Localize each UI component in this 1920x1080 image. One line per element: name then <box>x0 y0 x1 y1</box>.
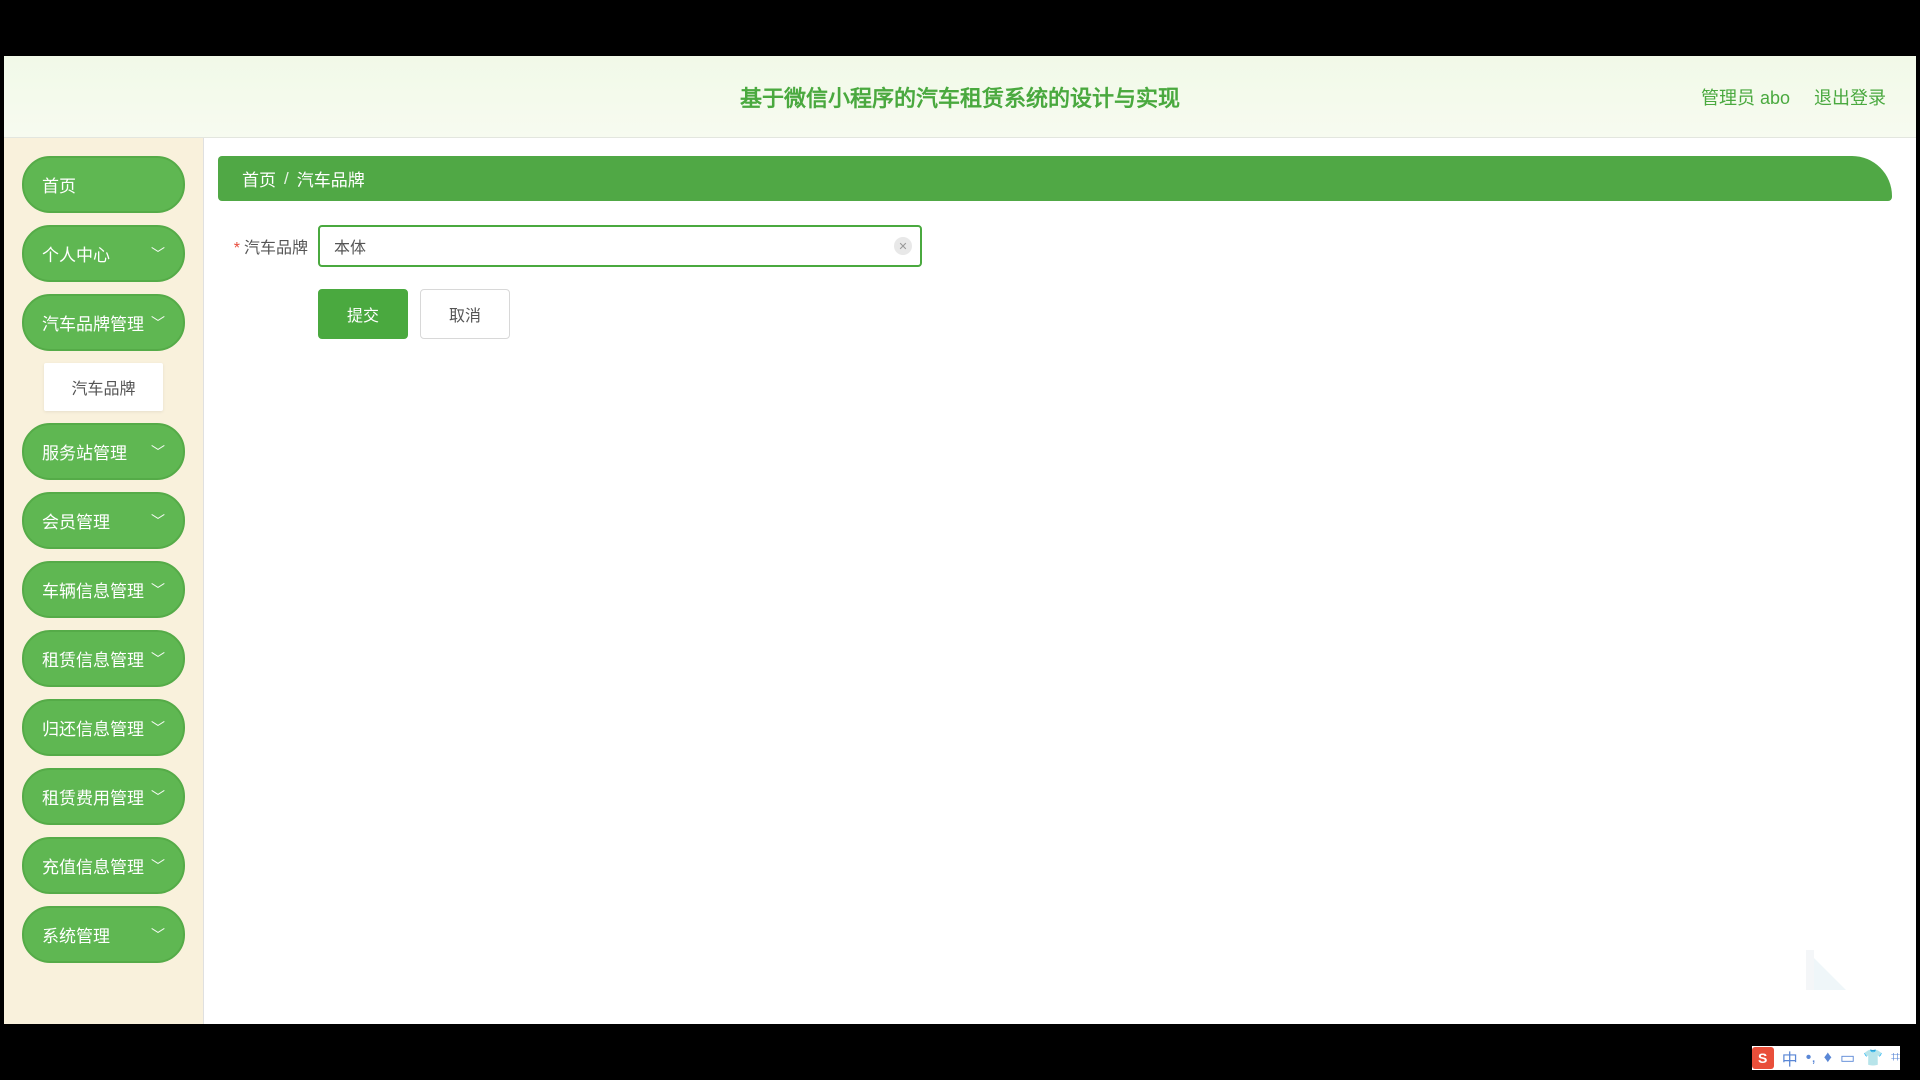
sidebar-subitem-label: 汽车品牌 <box>71 381 135 398</box>
submit-button[interactable]: 提交 <box>318 289 408 339</box>
ime-punct-icon[interactable]: •, <box>1806 1049 1816 1067</box>
sidebar-item-brand-mgmt[interactable]: 汽车品牌管理 ﹀ <box>22 294 185 351</box>
chevron-down-icon: ﹀ <box>151 856 165 876</box>
sidebar-subitem-brand[interactable]: 汽车品牌 <box>44 363 163 411</box>
sidebar-item-label: 车辆信息管理 <box>42 577 144 602</box>
sidebar-item-label: 个人中心 <box>42 241 110 266</box>
form-row-brand: *汽车品牌 ✕ <box>218 225 1892 267</box>
sidebar-item-system[interactable]: 系统管理 ﹀ <box>22 906 185 963</box>
watermark-icon <box>1796 940 1856 1000</box>
chevron-down-icon: ﹀ <box>151 580 165 600</box>
sidebar-item-rental[interactable]: 租赁信息管理 ﹀ <box>22 630 185 687</box>
brand-input-wrap: ✕ <box>318 225 922 267</box>
breadcrumb-separator: / <box>284 169 289 189</box>
app-header: 基于微信小程序的汽车租赁系统的设计与实现 管理员 abo 退出登录 <box>4 56 1916 138</box>
ime-logo-icon[interactable]: S <box>1752 1047 1774 1069</box>
ime-skin-icon[interactable]: 👕 <box>1863 1048 1883 1068</box>
ime-keyboard-icon[interactable]: ▭ <box>1840 1048 1855 1068</box>
chevron-down-icon: ﹀ <box>151 313 165 333</box>
chevron-down-icon: ﹀ <box>151 244 165 264</box>
sidebar: 首页 个人中心 ﹀ 汽车品牌管理 ﹀ 汽车品牌 服务站管理 ﹀ 会员管理 ﹀ <box>4 138 204 1024</box>
sidebar-item-home[interactable]: 首页 <box>22 156 185 213</box>
sidebar-item-label: 会员管理 <box>42 508 110 533</box>
sidebar-item-return[interactable]: 归还信息管理 ﹀ <box>22 699 185 756</box>
sidebar-item-label: 首页 <box>42 172 76 197</box>
content-area: 首页 / 汽车品牌 *汽车品牌 ✕ 提交 取消 <box>204 138 1916 1024</box>
ime-toolbar: S 中 •, ♦ ▭ 👕 ⌗ <box>1752 1046 1900 1070</box>
chevron-down-icon: ﹀ <box>151 442 165 462</box>
ime-lang-icon[interactable]: 中 <box>1782 1046 1798 1070</box>
app-title: 基于微信小程序的汽车租赁系统的设计与实现 <box>740 81 1180 113</box>
sidebar-item-station[interactable]: 服务站管理 ﹀ <box>22 423 185 480</box>
chevron-down-icon: ﹀ <box>151 718 165 738</box>
breadcrumb: 首页 / 汽车品牌 <box>218 156 1892 201</box>
chevron-down-icon: ﹀ <box>151 649 165 669</box>
logout-link[interactable]: 退出登录 <box>1814 84 1886 110</box>
sidebar-item-label: 充值信息管理 <box>42 853 144 878</box>
brand-input[interactable] <box>318 225 922 267</box>
sidebar-item-label: 服务站管理 <box>42 439 127 464</box>
sidebar-item-member[interactable]: 会员管理 ﹀ <box>22 492 185 549</box>
ime-toolbox-icon[interactable]: ⌗ <box>1891 1049 1900 1067</box>
sidebar-item-label: 汽车品牌管理 <box>42 310 144 335</box>
sidebar-item-vehicle[interactable]: 车辆信息管理 ﹀ <box>22 561 185 618</box>
header-actions: 管理员 abo 退出登录 <box>1701 84 1886 110</box>
form-actions: 提交 取消 <box>318 289 1892 339</box>
sidebar-item-label: 租赁费用管理 <box>42 784 144 809</box>
breadcrumb-home[interactable]: 首页 <box>242 166 276 191</box>
cancel-button[interactable]: 取消 <box>420 289 510 339</box>
clear-icon[interactable]: ✕ <box>894 237 912 255</box>
required-star: * <box>234 240 240 257</box>
sidebar-item-fee[interactable]: 租赁费用管理 ﹀ <box>22 768 185 825</box>
sidebar-item-label: 租赁信息管理 <box>42 646 144 671</box>
chevron-down-icon: ﹀ <box>151 925 165 945</box>
sidebar-item-personal[interactable]: 个人中心 ﹀ <box>22 225 185 282</box>
brand-label: *汽车品牌 <box>218 234 308 258</box>
ime-voice-icon[interactable]: ♦ <box>1824 1049 1832 1067</box>
sidebar-item-recharge[interactable]: 充值信息管理 ﹀ <box>22 837 185 894</box>
chevron-down-icon: ﹀ <box>151 787 165 807</box>
breadcrumb-current: 汽车品牌 <box>297 166 365 191</box>
sidebar-item-label: 归还信息管理 <box>42 715 144 740</box>
sidebar-item-label: 系统管理 <box>42 922 110 947</box>
chevron-down-icon: ﹀ <box>151 511 165 531</box>
admin-user-link[interactable]: 管理员 abo <box>1701 84 1790 110</box>
